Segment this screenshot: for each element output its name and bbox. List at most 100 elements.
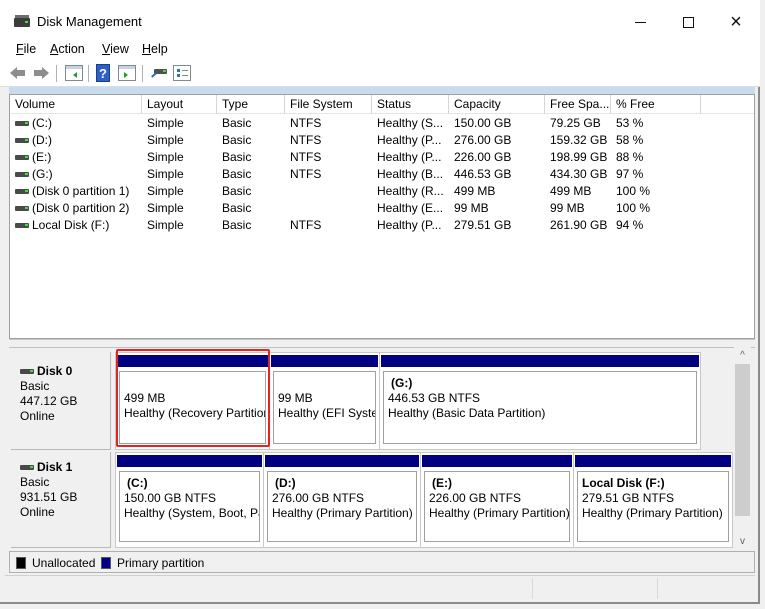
partition-size: 99 MB: [278, 391, 313, 405]
show-hide-action-pane-button[interactable]: [118, 65, 136, 81]
show-hide-console-tree-button[interactable]: [65, 65, 83, 81]
cell-type: Basic: [222, 150, 252, 164]
partition-c[interactable]: (C:) 150.00 GB NTFS Healthy (System, Boo…: [116, 453, 264, 547]
partition-bar: [271, 355, 378, 367]
graphical-view-scrollbar[interactable]: ^ v: [734, 347, 751, 550]
cell-type: Basic: [222, 116, 252, 130]
disk-0-info[interactable]: Disk 0 Basic 447.12 GB Online: [11, 352, 111, 450]
cell-file-system: [285, 200, 372, 217]
volume-icon: [15, 189, 29, 194]
status-bar: [5, 575, 755, 602]
volume-row[interactable]: (C:) Simple Basic NTFS Healthy (S... 150.00 G…: [10, 115, 754, 132]
scroll-down-button[interactable]: v: [734, 533, 751, 550]
cell-status: Healthy (P...: [377, 218, 442, 232]
menu-file-label: File: [16, 42, 37, 56]
partition-recovery[interactable]: 499 MB Healthy (Recovery Partition): [116, 353, 270, 449]
partition-size: 499 MB: [124, 391, 166, 405]
disk-1-state: Online: [20, 505, 55, 519]
disk-0-state: Online: [20, 409, 55, 423]
minimize-button[interactable]: [620, 8, 660, 36]
pane-splitter[interactable]: [9, 339, 755, 347]
volume-list-header: Volume Layout Type File System Status Ca…: [10, 95, 754, 114]
cell-percent-free: 88 %: [616, 150, 644, 164]
column-header-free-space[interactable]: Free Spa...: [545, 95, 611, 114]
partition-d[interactable]: (D:) 276.00 GB NTFS Healthy (Primary Par…: [264, 453, 421, 547]
menu-action[interactable]: Action: [50, 42, 85, 56]
menu-bar: File Action View Help: [0, 38, 760, 60]
partition-status: Healthy (Basic Data Partition): [388, 406, 546, 420]
partition-size: 446.53 GB NTFS: [388, 391, 481, 405]
partition-f[interactable]: Local Disk (F:) 279.51 GB NTFS Healthy (…: [574, 453, 732, 547]
disk-graphical-view: Disk 0 Basic 447.12 GB Online 499 MB Hea…: [9, 347, 755, 550]
partition-size: 279.51 GB NTFS: [582, 491, 675, 505]
legend-primary-partition: Primary partition: [117, 556, 205, 570]
column-header-volume[interactable]: Volume: [10, 95, 142, 114]
menu-view[interactable]: View: [102, 42, 129, 56]
volume-icon: [15, 172, 29, 177]
cell-free-space: 261.90 GB: [550, 218, 608, 232]
help-button[interactable]: ?: [96, 64, 110, 82]
cell-layout: Simple: [147, 133, 184, 147]
partition-name: (E:): [432, 476, 452, 490]
properties-icon: [177, 69, 180, 72]
window-title: Disk Management: [37, 14, 142, 29]
cell-status: Healthy (P...: [377, 150, 442, 164]
properties-button[interactable]: [173, 65, 191, 81]
column-header-file-system[interactable]: File System: [285, 95, 372, 114]
cell-capacity: 499 MB: [454, 184, 496, 198]
column-header-capacity[interactable]: Capacity: [449, 95, 545, 114]
menu-help[interactable]: Help: [142, 42, 168, 56]
partition-bar: [117, 355, 268, 367]
column-header-status[interactable]: Status: [372, 95, 449, 114]
partition-g[interactable]: (G:) 446.53 GB NTFS Healthy (Basic Data …: [380, 353, 700, 449]
maximize-button[interactable]: [668, 8, 708, 36]
cell-percent-free: 100 %: [616, 201, 651, 215]
cell-volume: (E:): [10, 149, 142, 166]
volume-row[interactable]: (E:) Simple Basic NTFS Healthy (P... 226.00 G…: [10, 149, 754, 166]
rescan-disks-button[interactable]: [150, 65, 168, 81]
forward-button[interactable]: [33, 65, 51, 81]
scroll-up-button[interactable]: ^: [734, 347, 751, 364]
partition-size: 276.00 GB NTFS: [272, 491, 365, 505]
column-header-percent-free[interactable]: % Free: [611, 95, 701, 114]
cell-volume: (C:): [10, 115, 142, 132]
volume-row[interactable]: (Disk 0 partition 1) Simple Basic Healthy (…: [10, 183, 754, 200]
legend-unallocated: Unallocated: [32, 556, 96, 570]
legend: Unallocated Primary partition: [9, 551, 755, 573]
status-bar-pane: [657, 578, 658, 599]
back-button[interactable]: [10, 65, 28, 81]
volume-list: Volume Layout Type File System Status Ca…: [9, 94, 755, 339]
chevron-down-icon: v: [740, 536, 745, 547]
show-hide-action-pane-icon: [124, 72, 128, 78]
partition-status: Healthy (Primary Partition): [429, 506, 570, 520]
close-button[interactable]: ×: [716, 8, 756, 36]
disk-0-size: 447.12 GB: [20, 394, 78, 408]
volume-row[interactable]: (D:) Simple Basic NTFS Healthy (P... 276.00 G…: [10, 132, 754, 149]
column-header-layout[interactable]: Layout: [142, 95, 217, 114]
partition-efi[interactable]: 99 MB Healthy (EFI System Partition): [270, 353, 380, 449]
menu-file[interactable]: File: [16, 42, 36, 56]
volume-row[interactable]: Local Disk (F:) Simple Basic NTFS Healthy (P…: [10, 217, 754, 234]
title-bar: Disk Management ×: [0, 0, 760, 38]
cell-layout: Simple: [147, 167, 184, 181]
chevron-up-icon: ^: [740, 350, 745, 361]
cell-layout: Simple: [147, 218, 184, 232]
volume-row[interactable]: (G:) Simple Basic NTFS Healthy (B... 446.53 G…: [10, 166, 754, 183]
cell-percent-free: 100 %: [616, 184, 651, 198]
toolbar-separator: [88, 65, 89, 82]
minimize-icon: [634, 21, 646, 23]
partition-e[interactable]: (E:) 226.00 GB NTFS Healthy (Primary Par…: [421, 453, 574, 547]
column-header-type[interactable]: Type: [217, 95, 285, 114]
cell-percent-free: 97 %: [616, 167, 644, 181]
cell-file-system: NTFS: [290, 150, 322, 164]
disk-1-size: 931.51 GB: [20, 490, 78, 504]
disk-1-row: Disk 1 Basic 931.51 GB Online (C:) 150.0…: [9, 452, 736, 548]
partition-status: Healthy (EFI System Partition): [278, 406, 375, 420]
volume-icon: [15, 155, 29, 160]
cell-file-system: [285, 183, 372, 200]
disk-1-info[interactable]: Disk 1 Basic 931.51 GB Online: [11, 452, 111, 548]
volume-row[interactable]: (Disk 0 partition 2) Simple Basic Healthy (…: [10, 200, 754, 217]
partition-bar: [117, 455, 262, 467]
scrollbar-thumb[interactable]: [735, 364, 750, 516]
cell-type: Basic: [222, 167, 252, 181]
